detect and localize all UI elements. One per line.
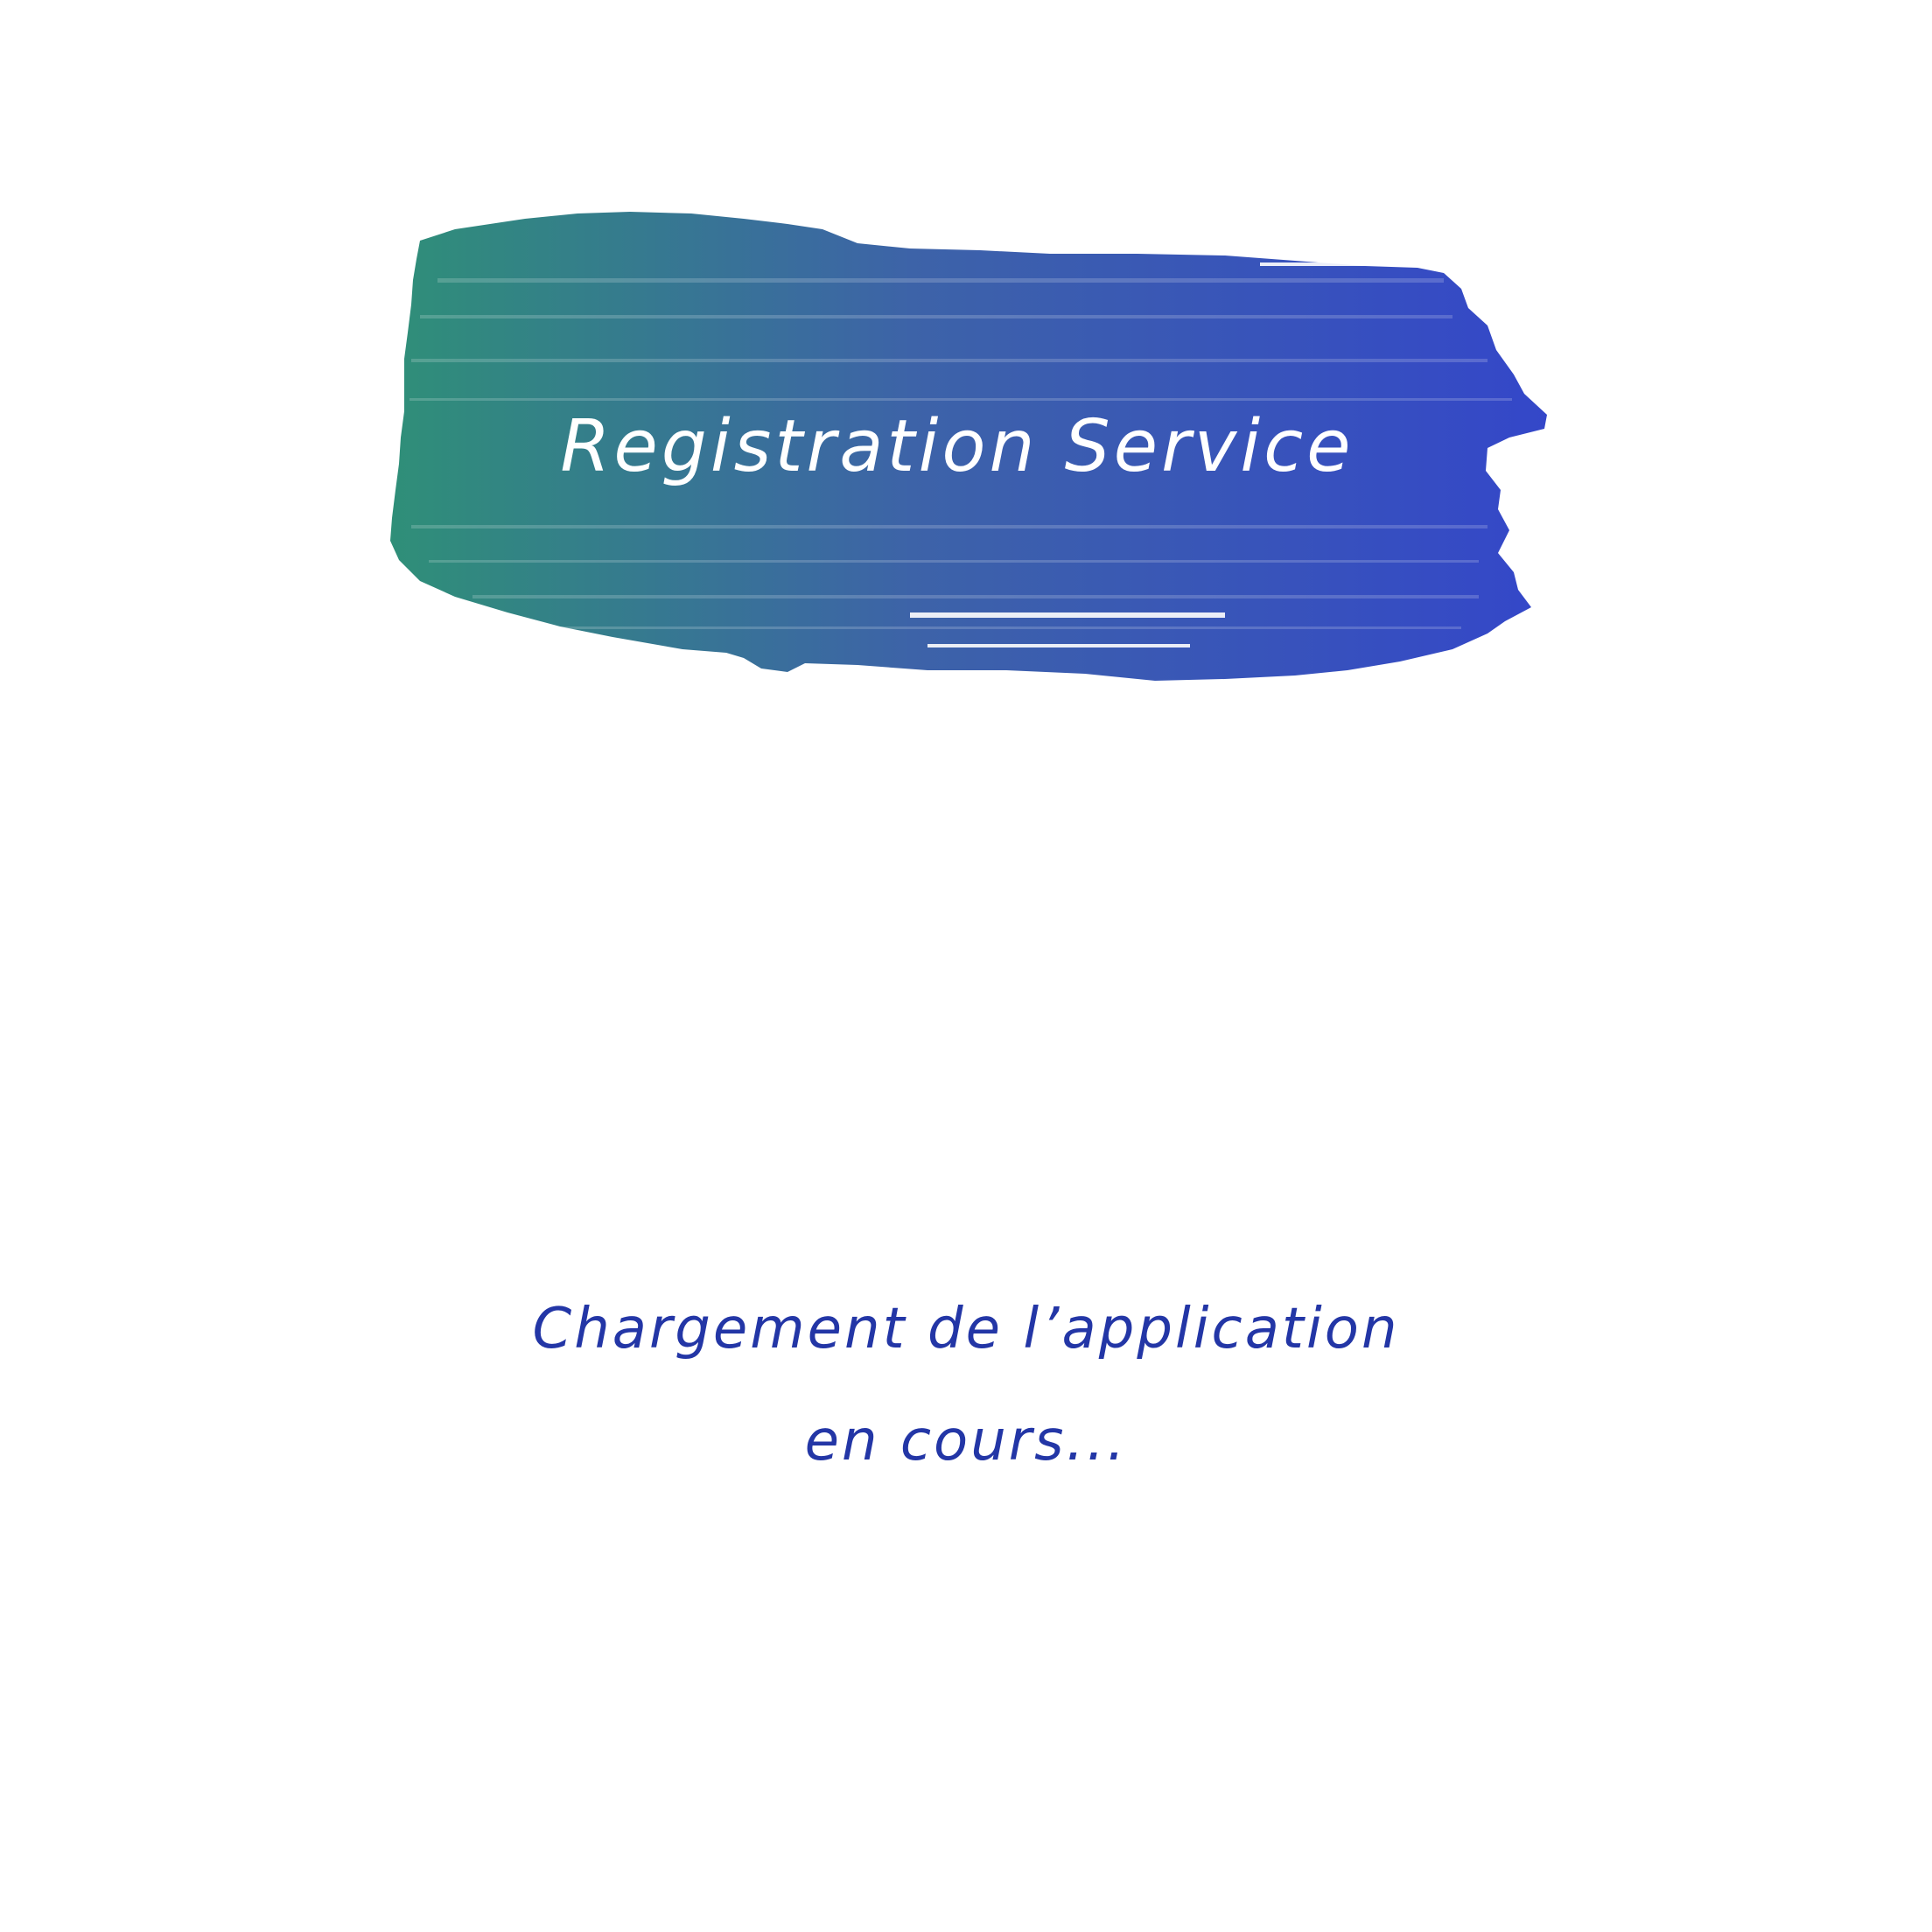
paint-brush-stroke-icon <box>390 212 1547 681</box>
loading-message: Chargement de l’application en cours... <box>0 1273 1932 1497</box>
app-title: Registration Service <box>560 404 1354 488</box>
splash-screen: Registration Service Chargement de l’app… <box>0 0 1932 1932</box>
loading-message-line-2: en cours... <box>804 1409 1128 1474</box>
loading-message-line-1: Chargement de l’application <box>532 1297 1400 1362</box>
